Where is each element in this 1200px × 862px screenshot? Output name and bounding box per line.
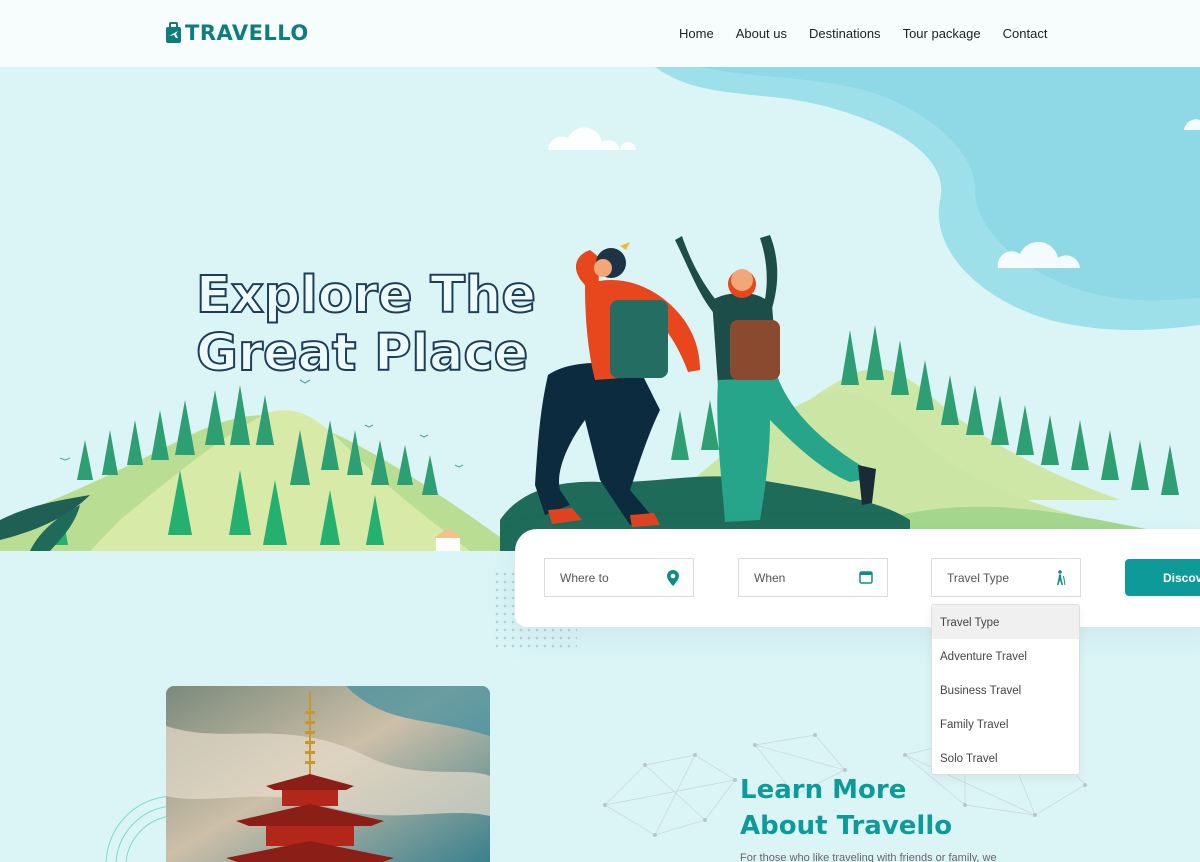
- hero-headline: Explore The Great Place: [195, 266, 537, 384]
- site-header: TRAVELLO Home About us Destinations Tour…: [0, 0, 1200, 67]
- main-nav: Home About us Destinations Tour package …: [679, 26, 1069, 41]
- about-title-line2: About Travello: [740, 811, 953, 841]
- logo[interactable]: TRAVELLO: [165, 21, 309, 45]
- hero-headline-line1: Explore The: [195, 266, 537, 326]
- pagoda-image: [166, 686, 490, 862]
- calendar-icon: [859, 571, 873, 584]
- dropdown-option-family[interactable]: Family Travel: [932, 707, 1079, 741]
- hero-section: Explore The Great Place: [0, 67, 1200, 551]
- discover-button[interactable]: Discover: [1125, 559, 1200, 596]
- travel-type-dropdown: Travel Type Adventure Travel Business Tr…: [931, 604, 1080, 775]
- hero-headline-line2: Great Place: [195, 324, 529, 384]
- about-text: For those who like traveling with friend…: [740, 852, 997, 862]
- nav-about[interactable]: About us: [736, 26, 787, 41]
- about-title: Learn More About Travello: [740, 772, 952, 844]
- when-label: When: [754, 571, 786, 585]
- map-pin-icon: [667, 570, 679, 586]
- dropdown-option-business[interactable]: Business Travel: [932, 673, 1079, 707]
- pagoda-photo: [166, 686, 490, 862]
- where-to-field[interactable]: Where to: [544, 558, 694, 597]
- dropdown-option-travel-type[interactable]: Travel Type: [932, 605, 1079, 639]
- hero-illustration: [0, 67, 1200, 551]
- when-field[interactable]: When: [738, 558, 888, 597]
- suitcase-plane-icon: [166, 22, 181, 43]
- dropdown-option-adventure[interactable]: Adventure Travel: [932, 639, 1079, 673]
- hiker-icon: [1057, 570, 1066, 586]
- about-title-line1: Learn More: [740, 775, 907, 805]
- travel-type-select[interactable]: Travel Type: [931, 558, 1081, 597]
- logo-text: TRAVELLO: [185, 21, 309, 45]
- nav-tour-package[interactable]: Tour package: [903, 26, 981, 41]
- travel-type-label: Travel Type: [947, 571, 1010, 585]
- search-panel: Where to When Travel Type Discover: [515, 529, 1200, 627]
- dropdown-option-solo[interactable]: Solo Travel: [932, 741, 1079, 775]
- nav-home[interactable]: Home: [679, 26, 714, 41]
- where-to-label: Where to: [560, 571, 609, 585]
- nav-contact[interactable]: Contact: [1003, 26, 1048, 41]
- nav-destinations[interactable]: Destinations: [809, 26, 881, 41]
